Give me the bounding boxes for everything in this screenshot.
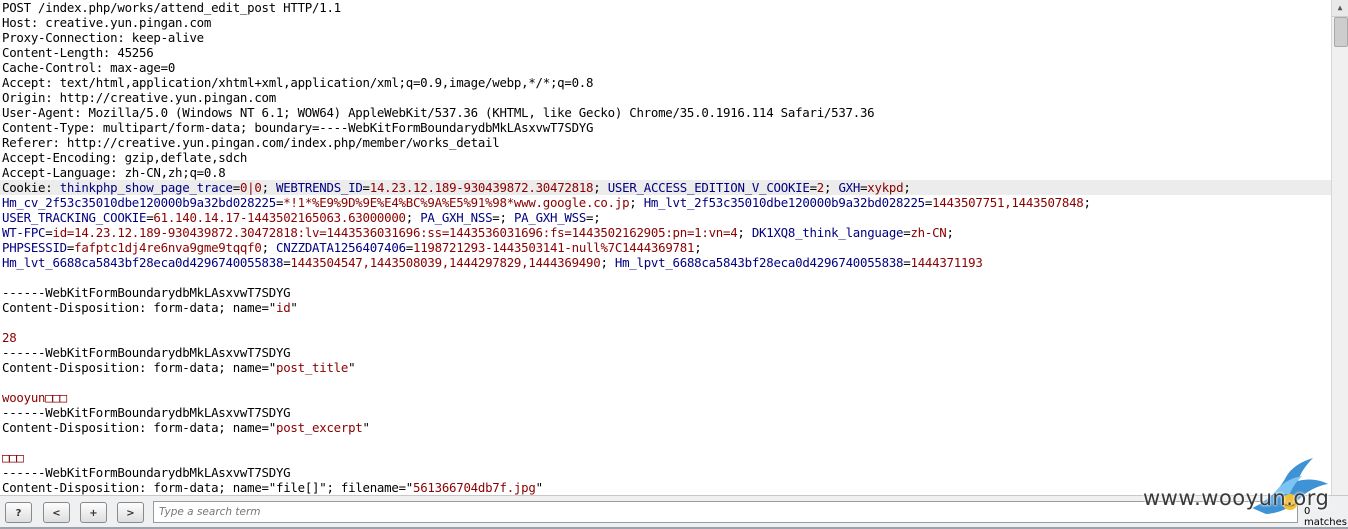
cookie-pair: USER_TRACKING_COOKIE=61.140.14.17-144350… — [2, 210, 421, 225]
cookie-key: Hm_lpvt_6688ca5843bf28eca0d4296740055838 — [614, 255, 904, 270]
cookie-value: id=14.23.12.189-930439872.30472818:lv=14… — [52, 225, 738, 240]
cookie-value: 2 — [816, 180, 825, 195]
boundary-1: ------WebKitFormBoundarydbMkLAsxvwT7SDYG — [2, 285, 291, 300]
value-post-excerpt: □□□ — [2, 450, 24, 465]
header-host: Host: creative.yun.pingan.com — [2, 15, 212, 30]
cookie-line-3: USER_TRACKING_COOKIE=61.140.14.17-144350… — [2, 210, 601, 225]
cookie-key: PA_GXH_WSS — [513, 210, 587, 225]
cookie-line-5: PHPSESSID=fafptc1dj4re6nva9gme9tqqf0; CN… — [2, 240, 702, 255]
cookie-pair: WT-FPC=id=14.23.12.189-930439872.3047281… — [2, 225, 752, 240]
disposition-file: Content-Disposition: form-data; name="fi… — [2, 480, 543, 495]
cookie-key: WEBTRENDS_ID — [276, 180, 363, 195]
scrollbar-thumb[interactable] — [1334, 17, 1348, 47]
cookie-key: PHPSESSID — [2, 240, 67, 255]
cookie-line-1: Cookie: thinkphp_show_page_trace=0|0; WE… — [0, 180, 1331, 195]
cookie-line-6: Hm_lvt_6688ca5843bf28eca0d4296740055838=… — [2, 255, 983, 270]
cookie-pair: Hm_lvt_6688ca5843bf28eca0d4296740055838=… — [2, 255, 615, 270]
field-name-file: file[] — [275, 480, 320, 495]
cookie-value: 1444371193 — [910, 255, 983, 270]
field-name-post-title: post_title — [275, 360, 349, 375]
watermark: www.wooyun.org — [1140, 456, 1340, 518]
cookie-pair: PA_GXH_WSS=; — [513, 210, 601, 225]
boundary-4: ------WebKitFormBoundarydbMkLAsxvwT7SDYG — [2, 465, 291, 480]
scroll-up-arrow-icon[interactable]: ▲ — [1332, 0, 1348, 17]
cookie-pair: PA_GXH_NSS=; — [420, 210, 514, 225]
cookie-pair: WEBTRENDS_ID=14.23.12.189-930439872.3047… — [276, 180, 608, 195]
header-cache-control: Cache-Control: max-age=0 — [2, 60, 176, 75]
disposition-post-excerpt: Content-Disposition: form-data; name="po… — [2, 420, 370, 435]
cookie-value: xykpd — [867, 180, 904, 195]
request-editor[interactable]: POST /index.php/works/attend_edit_post H… — [0, 0, 1331, 495]
cookie-key: Hm_cv_2f53c35010dbe120000b9a32bd028225 — [2, 195, 276, 210]
cookie-line-4: WT-FPC=id=14.23.12.189-930439872.3047281… — [2, 225, 954, 240]
cookie-pair: DK1XQ8_think_language=zh-CN; — [751, 225, 954, 240]
disposition-post-title: Content-Disposition: form-data; name="po… — [2, 360, 356, 375]
field-name-id: id — [275, 300, 291, 315]
cookie-value: 14.23.12.189-930439872.30472818 — [369, 180, 594, 195]
cookie-value: fafptc1dj4re6nva9gme9tqqf0 — [74, 240, 262, 255]
cookie-pair: PHPSESSID=fafptc1dj4re6nva9gme9tqqf0; — [2, 240, 276, 255]
cookie-key: Hm_lvt_6688ca5843bf28eca0d4296740055838 — [2, 255, 284, 270]
disposition-id: Content-Disposition: form-data; name="id… — [2, 300, 298, 315]
boundary-2: ------WebKitFormBoundarydbMkLAsxvwT7SDYG — [2, 345, 291, 360]
cookie-pair: GXH=xykpd; — [838, 180, 911, 195]
header-accept: Accept: text/html,application/xhtml+xml,… — [2, 75, 594, 90]
cookie-pair: Hm_lpvt_6688ca5843bf28eca0d4296740055838… — [614, 255, 983, 270]
cookie-key: USER_ACCESS_EDITION_V_COOKIE — [607, 180, 810, 195]
cookie-pair: USER_ACCESS_EDITION_V_COOKIE=2; — [607, 180, 839, 195]
cookie-value: 1198721293-1443503141-null%7C1444369781 — [413, 240, 695, 255]
watermark-text: www.wooyun.org — [1143, 486, 1330, 510]
cookie-value: 0|0 — [239, 180, 262, 195]
header-proxy-connection: Proxy-Connection: keep-alive — [2, 30, 204, 45]
cookie-line-2: Hm_cv_2f53c35010dbe120000b9a32bd028225=*… — [2, 195, 1091, 210]
cookie-pair: Hm_cv_2f53c35010dbe120000b9a32bd028225=*… — [2, 195, 644, 210]
cookie-key: thinkphp_show_page_trace — [59, 180, 233, 195]
cookie-value: zh-CN — [910, 225, 947, 240]
header-referer: Referer: http://creative.yun.pingan.com/… — [2, 135, 500, 150]
add-button[interactable]: + — [80, 502, 107, 523]
cookie-pair: thinkphp_show_page_trace=0|0; — [59, 180, 277, 195]
cookie-pair: Hm_lvt_2f53c35010dbe120000b9a32bd028225=… — [643, 195, 1091, 210]
header-accept-language: Accept-Language: zh-CN,zh;q=0.8 — [2, 165, 226, 180]
field-name-post-excerpt: post_excerpt — [275, 420, 363, 435]
value-post-title: wooyun□□□ — [2, 390, 67, 405]
cookie-key: USER_TRACKING_COOKIE — [2, 210, 147, 225]
cookie-key: GXH — [838, 180, 861, 195]
header-content-length: Content-Length: 45256 — [2, 45, 154, 60]
help-button[interactable]: ? — [5, 502, 32, 523]
cookie-label: Cookie: — [2, 180, 60, 195]
value-id: 28 — [2, 330, 17, 345]
request-line: POST /index.php/works/attend_edit_post H… — [2, 0, 341, 15]
header-accept-encoding: Accept-Encoding: gzip,deflate,sdch — [2, 150, 248, 165]
header-content-type: Content-Type: multipart/form-data; bound… — [2, 120, 594, 135]
header-origin: Origin: http://creative.yun.pingan.com — [2, 90, 276, 105]
cookie-key: DK1XQ8_think_language — [751, 225, 904, 240]
cookie-key: CNZZDATA1256407406 — [276, 240, 406, 255]
cookie-value: 1443507751,1443507848 — [932, 195, 1084, 210]
cookie-value: *!1*%E9%9D%9E%E4%BC%9A%E5%91%98*www.goog… — [283, 195, 630, 210]
header-user-agent: User-Agent: Mozilla/5.0 (Windows NT 6.1;… — [2, 105, 875, 120]
cookie-pair: CNZZDATA1256407406=1198721293-1443503141… — [276, 240, 702, 255]
vertical-scrollbar[interactable]: ▲ — [1331, 0, 1348, 495]
cookie-key: PA_GXH_NSS — [420, 210, 493, 225]
search-input[interactable]: Type a search term — [153, 501, 1298, 523]
field-filename: 561366704db7f.jpg — [413, 480, 536, 495]
next-match-button[interactable]: > — [117, 502, 144, 523]
cookie-key: Hm_lvt_2f53c35010dbe120000b9a32bd028225 — [643, 195, 925, 210]
previous-match-button[interactable]: < — [43, 502, 70, 523]
cookie-key: WT-FPC — [2, 225, 46, 240]
boundary-3: ------WebKitFormBoundarydbMkLAsxvwT7SDYG — [2, 405, 291, 420]
cookie-value: 61.140.14.17-1443502165063.63000000 — [153, 210, 406, 225]
cookie-value: 1443504547,1443508039,1444297829,1444369… — [290, 255, 601, 270]
